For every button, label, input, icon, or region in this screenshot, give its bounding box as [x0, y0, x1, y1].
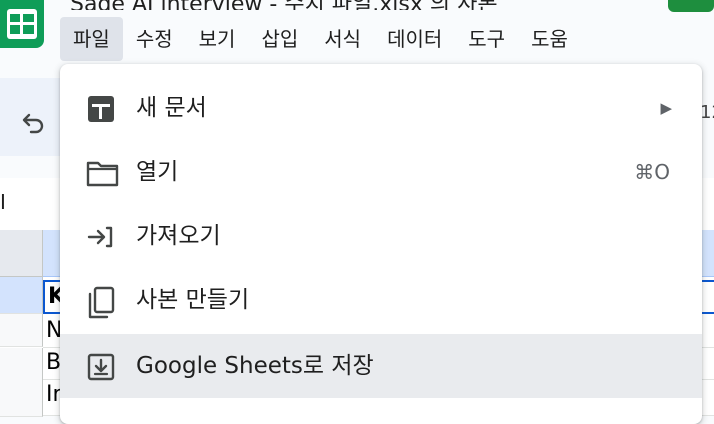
menu-item-open[interactable]: 열기 ⌘O [60, 140, 702, 204]
formula-value: I [0, 190, 6, 214]
menu-item-label: 가져오기 [136, 223, 221, 249]
copy-icon [86, 286, 116, 319]
menu-item-make-copy[interactable]: 사본 만들기 [60, 268, 702, 332]
file-menu-dropdown: 새 문서 ▶ 열기 ⌘O 가져오기 사본 만들기 Google Sheets로 … [60, 64, 702, 424]
select-all-corner[interactable] [0, 230, 43, 277]
menu-tools[interactable]: 도구 [455, 17, 518, 61]
row-header[interactable] [0, 380, 43, 417]
menubar: 파일 수정 보기 삽입 서식 데이터 도구 도움 [60, 16, 581, 62]
sheets-logo-icon[interactable] [0, 0, 44, 48]
undo-icon[interactable] [20, 108, 48, 136]
menu-item-label: 새 문서 [136, 95, 207, 121]
font-size-value[interactable]: 12 [700, 102, 714, 123]
menu-item-import[interactable]: 가져오기 [60, 204, 702, 268]
menu-item-new[interactable]: 새 문서 ▶ [60, 76, 702, 140]
menu-view[interactable]: 보기 [186, 17, 249, 61]
menu-file[interactable]: 파일 [60, 17, 123, 61]
row-header[interactable] [0, 314, 43, 347]
menu-insert[interactable]: 삽입 [248, 17, 311, 61]
download-save-icon [86, 352, 116, 382]
folder-icon [86, 158, 119, 188]
menu-edit[interactable]: 수정 [123, 17, 186, 61]
menu-format[interactable]: 서식 [311, 17, 374, 61]
menu-data[interactable]: 데이터 [374, 17, 455, 61]
menu-item-save-as-sheets[interactable]: Google Sheets로 저장 [60, 334, 702, 398]
menu-item-label: Google Sheets로 저장 [136, 353, 374, 379]
keyboard-shortcut: ⌘O [634, 160, 670, 184]
import-icon [86, 222, 116, 252]
row-header[interactable] [0, 348, 43, 381]
menu-item-label: 열기 [136, 159, 179, 185]
new-document-icon [86, 94, 116, 124]
document-title[interactable]: Sade AI interview - 수치 파일.xlsx 의 사본 [70, 0, 498, 10]
submenu-arrow-icon: ▶ [660, 99, 672, 117]
menu-item-label: 사본 만들기 [136, 287, 250, 313]
menu-help[interactable]: 도움 [518, 17, 581, 61]
row-header[interactable] [0, 277, 43, 314]
share-button[interactable] [668, 0, 714, 12]
